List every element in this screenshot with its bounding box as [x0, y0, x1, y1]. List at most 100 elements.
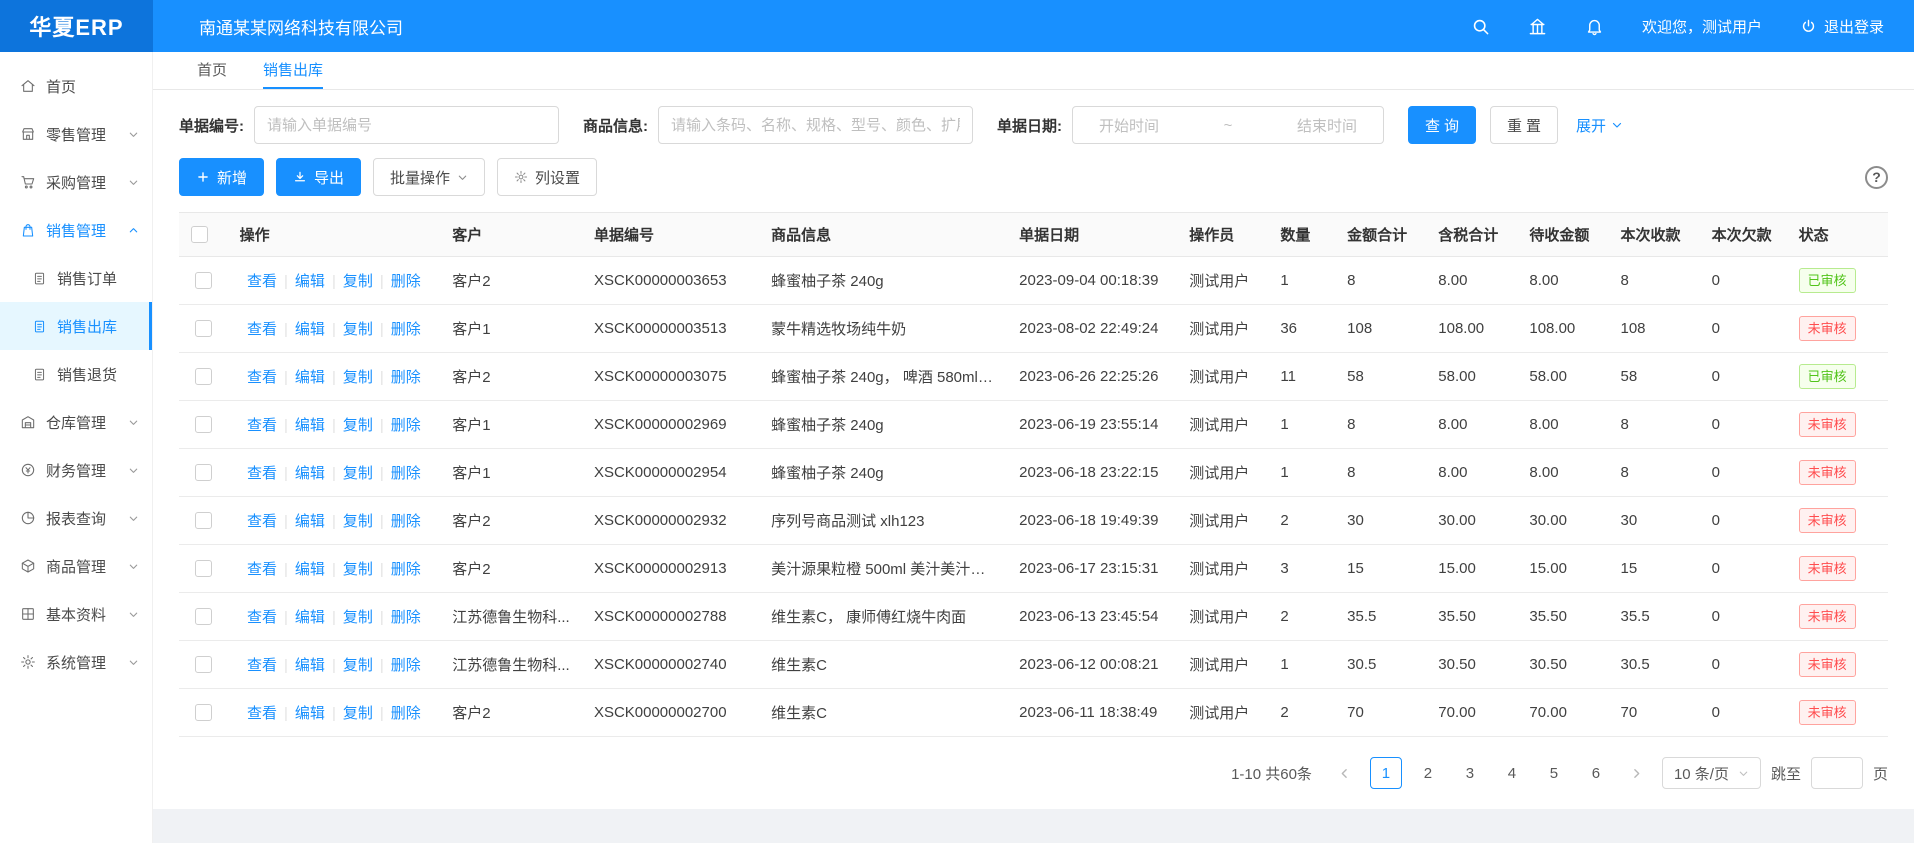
- copy-link[interactable]: 复制: [343, 513, 373, 530]
- copy-link[interactable]: 复制: [343, 465, 373, 482]
- view-link[interactable]: 查看: [247, 513, 277, 530]
- view-link[interactable]: 查看: [247, 561, 277, 578]
- prev-page-button[interactable]: [1330, 757, 1360, 789]
- copy-link[interactable]: 复制: [343, 705, 373, 722]
- view-link[interactable]: 查看: [247, 465, 277, 482]
- app-logo[interactable]: 华夏ERP: [0, 0, 153, 52]
- sidebar-item-sales[interactable]: 销售管理: [0, 206, 152, 254]
- row-checkbox[interactable]: [195, 608, 212, 625]
- row-checkbox[interactable]: [195, 272, 212, 289]
- page-button-5[interactable]: 5: [1538, 757, 1570, 789]
- export-button[interactable]: 导出: [276, 158, 361, 196]
- sidebar-item-report[interactable]: 报表查询: [0, 494, 152, 542]
- edit-link[interactable]: 编辑: [295, 561, 325, 578]
- row-checkbox[interactable]: [195, 416, 212, 433]
- sidebar-item-goods[interactable]: 商品管理: [0, 542, 152, 590]
- sidebar-item-sales-return[interactable]: 销售退货: [0, 350, 152, 398]
- copy-link[interactable]: 复制: [343, 609, 373, 626]
- copy-link[interactable]: 复制: [343, 417, 373, 434]
- delete-link[interactable]: 删除: [391, 417, 421, 434]
- search-button[interactable]: 查询: [1408, 106, 1476, 144]
- row-checkbox[interactable]: [195, 368, 212, 385]
- row-checkbox[interactable]: [195, 704, 212, 721]
- delete-link[interactable]: 删除: [391, 369, 421, 386]
- view-link[interactable]: 查看: [247, 417, 277, 434]
- page-button-3[interactable]: 3: [1454, 757, 1486, 789]
- view-link[interactable]: 查看: [247, 609, 277, 626]
- column-settings-button[interactable]: 列设置: [497, 158, 597, 196]
- edit-link[interactable]: 编辑: [295, 273, 325, 290]
- delete-link[interactable]: 删除: [391, 705, 421, 722]
- expand-link[interactable]: 展开: [1576, 115, 1623, 136]
- bank-icon[interactable]: [1528, 17, 1547, 36]
- search-icon[interactable]: [1471, 17, 1490, 36]
- view-link[interactable]: 查看: [247, 369, 277, 386]
- copy-link[interactable]: 复制: [343, 273, 373, 290]
- sidebar-item-basic-data[interactable]: 基本资料: [0, 590, 152, 638]
- page-button-6[interactable]: 6: [1580, 757, 1612, 789]
- row-checkbox[interactable]: [195, 656, 212, 673]
- delete-link[interactable]: 删除: [391, 561, 421, 578]
- sidebar-item-retail[interactable]: 零售管理: [0, 110, 152, 158]
- next-page-button[interactable]: [1622, 757, 1652, 789]
- bill-no-cell: XSCK00000002788: [582, 593, 759, 641]
- main-area: 首页 销售出库 单据编号: 商品信息: 单据日期:: [153, 52, 1914, 843]
- edit-link[interactable]: 编辑: [295, 657, 325, 674]
- sidebar-item-finance[interactable]: 财务管理: [0, 446, 152, 494]
- welcome-user[interactable]: 欢迎您，测试用户: [1642, 16, 1762, 37]
- sidebar-item-home[interactable]: 首页: [0, 62, 152, 110]
- bell-icon[interactable]: [1585, 17, 1604, 36]
- page-button-4[interactable]: 4: [1496, 757, 1528, 789]
- sidebar-item-system[interactable]: 系统管理: [0, 638, 152, 686]
- copy-link[interactable]: 复制: [343, 369, 373, 386]
- page-button-1[interactable]: 1: [1370, 757, 1402, 789]
- edit-link[interactable]: 编辑: [295, 321, 325, 338]
- logout-button[interactable]: 退出登录: [1800, 16, 1884, 37]
- sidebar-item-purchase[interactable]: 采购管理: [0, 158, 152, 206]
- delete-link[interactable]: 删除: [391, 609, 421, 626]
- edit-link[interactable]: 编辑: [295, 513, 325, 530]
- sidebar-item-sales-outbound[interactable]: 销售出库: [0, 302, 152, 350]
- amount-cell: 35.5: [1335, 593, 1426, 641]
- batch-operations-button[interactable]: 批量操作: [373, 158, 485, 196]
- delete-link[interactable]: 删除: [391, 273, 421, 290]
- view-link[interactable]: 查看: [247, 273, 277, 290]
- sidebar-item-sales-order[interactable]: 销售订单: [0, 254, 152, 302]
- row-checkbox[interactable]: [195, 320, 212, 337]
- sidebar-item-warehouse[interactable]: 仓库管理: [0, 398, 152, 446]
- copy-link[interactable]: 复制: [343, 657, 373, 674]
- copy-link[interactable]: 复制: [343, 561, 373, 578]
- bill-no-input[interactable]: [254, 106, 559, 144]
- delete-link[interactable]: 删除: [391, 657, 421, 674]
- edit-link[interactable]: 编辑: [295, 369, 325, 386]
- edit-link[interactable]: 编辑: [295, 465, 325, 482]
- view-link[interactable]: 查看: [247, 705, 277, 722]
- copy-link[interactable]: 复制: [343, 321, 373, 338]
- jump-page-input[interactable]: [1811, 757, 1863, 789]
- edit-link[interactable]: 编辑: [295, 705, 325, 722]
- delete-link[interactable]: 删除: [391, 321, 421, 338]
- row-checkbox[interactable]: [195, 512, 212, 529]
- row-checkbox[interactable]: [195, 464, 212, 481]
- help-icon[interactable]: ?: [1865, 166, 1888, 189]
- view-link[interactable]: 查看: [247, 657, 277, 674]
- product-input[interactable]: [658, 106, 973, 144]
- edit-link[interactable]: 编辑: [295, 609, 325, 626]
- delete-link[interactable]: 删除: [391, 513, 421, 530]
- view-link[interactable]: 查看: [247, 321, 277, 338]
- edit-link[interactable]: 编辑: [295, 417, 325, 434]
- add-button[interactable]: 新增: [179, 158, 264, 196]
- tab-home[interactable]: 首页: [197, 52, 227, 89]
- page-size-select[interactable]: 10 条/页: [1662, 757, 1761, 789]
- bill-no-cell: XSCK00000003653: [582, 257, 759, 305]
- date-label: 单据日期:: [997, 115, 1062, 136]
- pagination-total: 1-10 共60条: [1231, 763, 1312, 784]
- reset-button[interactable]: 重置: [1490, 106, 1558, 144]
- page-button-2[interactable]: 2: [1412, 757, 1444, 789]
- amount-cell: 15: [1335, 545, 1426, 593]
- date-range-picker[interactable]: 开始时间 ~ 结束时间: [1072, 106, 1384, 144]
- delete-link[interactable]: 删除: [391, 465, 421, 482]
- tab-sales-outbound[interactable]: 销售出库: [263, 52, 323, 89]
- row-checkbox[interactable]: [195, 560, 212, 577]
- select-all-checkbox[interactable]: [191, 226, 208, 243]
